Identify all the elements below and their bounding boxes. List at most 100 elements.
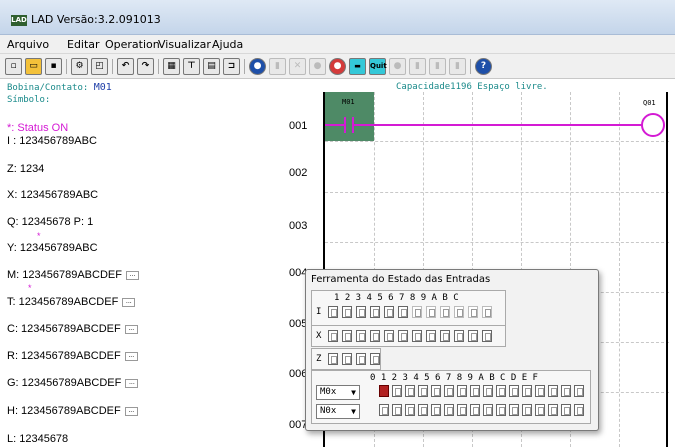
input-state-cell[interactable] bbox=[548, 404, 558, 416]
input-state-cell[interactable] bbox=[412, 330, 422, 342]
input-state-cell[interactable] bbox=[509, 385, 519, 397]
contact-cell[interactable]: M01 bbox=[325, 92, 374, 141]
input-state-cell[interactable] bbox=[328, 353, 338, 365]
input-state-cell[interactable] bbox=[454, 330, 464, 342]
input-state-cell[interactable] bbox=[412, 306, 422, 318]
input-state-cell[interactable] bbox=[384, 330, 394, 342]
save-icon[interactable]: ▪ bbox=[45, 58, 62, 75]
undo-icon[interactable]: ↶ bbox=[117, 58, 134, 75]
input-state-cell[interactable] bbox=[574, 385, 584, 397]
input-state-cell[interactable] bbox=[535, 404, 545, 416]
input-state-cell[interactable] bbox=[342, 306, 352, 318]
input-state-cell[interactable] bbox=[574, 404, 584, 416]
input-state-cell[interactable] bbox=[457, 385, 467, 397]
input-state-cell[interactable] bbox=[356, 306, 366, 318]
redo-icon[interactable]: ↷ bbox=[137, 58, 154, 75]
input-state-cell[interactable] bbox=[328, 330, 338, 342]
input-state-cell[interactable] bbox=[496, 404, 506, 416]
m-browse-button[interactable]: ... bbox=[125, 270, 139, 280]
input-state-cell[interactable] bbox=[384, 306, 394, 318]
function-block-icon[interactable]: ▦ bbox=[163, 58, 180, 75]
r-browse-button[interactable]: ... bbox=[124, 351, 138, 361]
menu-operation[interactable]: Operation bbox=[105, 38, 160, 51]
connect-icon[interactable]: ● bbox=[249, 58, 266, 75]
input-state-cell[interactable] bbox=[440, 306, 450, 318]
input-state-cell[interactable] bbox=[522, 385, 532, 397]
write-icon: ▮ bbox=[429, 58, 446, 75]
g-browse-button[interactable]: ... bbox=[125, 378, 139, 388]
input-state-cell[interactable] bbox=[457, 404, 467, 416]
input-state-cell[interactable] bbox=[405, 404, 415, 416]
input-state-cell[interactable] bbox=[440, 330, 450, 342]
symbol-x: X: 123456789ABC bbox=[7, 189, 99, 201]
input-state-cell[interactable] bbox=[379, 404, 389, 416]
input-state-cell[interactable] bbox=[398, 306, 408, 318]
m-select[interactable]: M0x ▼ bbox=[316, 385, 360, 400]
input-state-cell[interactable] bbox=[370, 330, 380, 342]
rung-wire bbox=[354, 124, 644, 126]
new-file-icon[interactable]: ▫ bbox=[5, 58, 22, 75]
input-state-cell[interactable] bbox=[431, 385, 441, 397]
input-state-cell[interactable] bbox=[356, 330, 366, 342]
quit-icon[interactable]: Quit bbox=[369, 58, 387, 75]
settings-icon[interactable]: ⚙ bbox=[71, 58, 88, 75]
input-state-cell[interactable] bbox=[418, 385, 428, 397]
print-preview-icon[interactable]: ◰ bbox=[91, 58, 108, 75]
input-state-cell[interactable] bbox=[509, 404, 519, 416]
run-icon: ● bbox=[309, 58, 326, 75]
input-state-cell[interactable] bbox=[444, 385, 454, 397]
coil-icon[interactable] bbox=[641, 113, 665, 137]
input-state-cell[interactable] bbox=[535, 385, 545, 397]
input-state-cell[interactable] bbox=[483, 385, 493, 397]
input-state-cell[interactable] bbox=[468, 330, 478, 342]
input-state-cell[interactable] bbox=[522, 404, 532, 416]
input-state-cell[interactable] bbox=[328, 306, 338, 318]
input-state-cell[interactable] bbox=[426, 306, 436, 318]
menu-bar: Arquivo Editar Operation Visualizar Ajud… bbox=[0, 35, 675, 54]
input-state-cell[interactable] bbox=[379, 385, 389, 397]
h-browse-button[interactable]: ... bbox=[124, 406, 138, 416]
n-select[interactable]: N0x ▼ bbox=[316, 404, 360, 419]
simulate-icon[interactable]: ▬ bbox=[349, 58, 366, 75]
t-browse-button[interactable]: ... bbox=[122, 297, 136, 307]
ladder-branch-icon[interactable]: ⊤ bbox=[183, 58, 200, 75]
input-state-cell[interactable] bbox=[342, 353, 352, 365]
capacity-text: Capacidade1196 Espaço livre. bbox=[396, 82, 548, 92]
status-on-label: *: Status ON bbox=[7, 122, 69, 134]
input-state-cell[interactable] bbox=[483, 404, 493, 416]
input-state-cell[interactable] bbox=[496, 385, 506, 397]
c-browse-button[interactable]: ... bbox=[124, 324, 138, 334]
stop-icon[interactable]: ● bbox=[329, 58, 346, 75]
input-state-cell[interactable] bbox=[561, 404, 571, 416]
rung-icon[interactable]: ⊐ bbox=[223, 58, 240, 75]
menu-ajuda[interactable]: Ajuda bbox=[212, 38, 243, 51]
input-state-cell[interactable] bbox=[548, 385, 558, 397]
input-state-cell[interactable] bbox=[470, 404, 480, 416]
input-state-cell[interactable] bbox=[431, 404, 441, 416]
input-state-cell[interactable] bbox=[370, 306, 380, 318]
input-state-cell[interactable] bbox=[405, 385, 415, 397]
input-state-cell[interactable] bbox=[392, 385, 402, 397]
menu-arquivo[interactable]: Arquivo bbox=[7, 38, 49, 51]
menu-visualizar[interactable]: Visualizar bbox=[158, 38, 211, 51]
input-state-cell[interactable] bbox=[370, 353, 380, 365]
input-state-cell[interactable] bbox=[392, 404, 402, 416]
monitor-icon[interactable]: ▤ bbox=[203, 58, 220, 75]
input-state-cell[interactable] bbox=[470, 385, 480, 397]
input-state-cell[interactable] bbox=[468, 306, 478, 318]
input-state-cell[interactable] bbox=[356, 353, 366, 365]
help-icon[interactable]: ? bbox=[475, 58, 492, 75]
input-state-cell[interactable] bbox=[444, 404, 454, 416]
i-header: 1 2 3 4 5 6 7 8 9 A B C bbox=[334, 293, 459, 303]
input-state-cell[interactable] bbox=[561, 385, 571, 397]
input-state-cell[interactable] bbox=[482, 306, 492, 318]
input-state-cell[interactable] bbox=[454, 306, 464, 318]
input-state-cell[interactable] bbox=[426, 330, 436, 342]
input-state-cell[interactable] bbox=[482, 330, 492, 342]
open-folder-icon[interactable]: ▭ bbox=[25, 58, 42, 75]
input-state-cell[interactable] bbox=[342, 330, 352, 342]
symbol-r-row: R: 123456789ABCDEF... bbox=[7, 350, 138, 362]
input-state-cell[interactable] bbox=[418, 404, 428, 416]
menu-editar[interactable]: Editar bbox=[67, 38, 100, 51]
input-state-cell[interactable] bbox=[398, 330, 408, 342]
